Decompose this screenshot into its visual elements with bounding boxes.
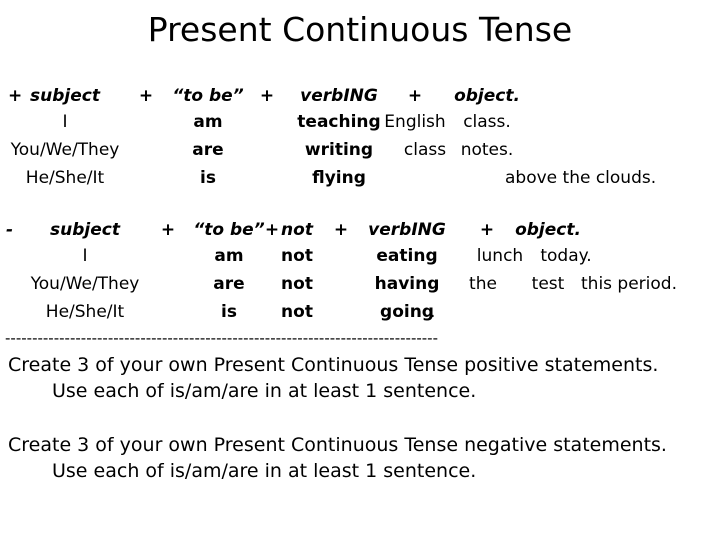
negative-pattern-table: - subject + “to be” + not + verbING + ob… (0, 220, 720, 328)
table-row-verbing: having (374, 274, 440, 294)
table-row-object-b: notes. (460, 140, 514, 160)
table-row-verbing: teaching (297, 112, 381, 132)
positive-header-plus-1: + (138, 86, 154, 106)
table-row-to-be: is (221, 302, 237, 322)
negative-header-verbing: verbING (368, 220, 446, 240)
positive-instructions-line-1: Create 3 of your own Present Continuous … (8, 354, 659, 376)
table-row-verbing: going (380, 302, 434, 322)
table-row-object-a: English (384, 112, 446, 132)
table-row-subject: You/We/They (10, 140, 120, 160)
table-row-subject: He/She/It (25, 168, 105, 188)
negative-header-to-be: “to be” (193, 220, 265, 240)
table-row-verbing-suffix: . (430, 302, 436, 322)
slide-canvas: Present Continuous Tense + subject + “to… (0, 0, 720, 540)
negative-header-not: not (281, 220, 313, 240)
table-row-verbing: flying (312, 168, 366, 188)
table-row-object-c: today. (540, 246, 592, 266)
table-row-not: not (281, 246, 313, 266)
table-row-to-be: is (200, 168, 216, 188)
table-row-object-b: test (531, 274, 565, 294)
negative-header-object: object. (515, 220, 581, 240)
positive-sign: + (8, 86, 23, 106)
positive-header-plus-3: + (407, 86, 423, 106)
positive-header-verbing: verbING (300, 86, 378, 106)
table-row-to-be: are (192, 140, 224, 160)
positive-instructions-line-2: Use each of is/am/are in at least 1 sent… (52, 380, 477, 402)
positive-header-to-be: “to be” (172, 86, 244, 106)
table-row-object-b: class. (463, 112, 511, 132)
table-row-verbing: writing (304, 140, 374, 160)
negative-instructions-line-2: Use each of is/am/are in at least 1 sent… (52, 460, 477, 482)
table-row-to-be: am (214, 246, 244, 266)
table-row-verbing: eating (376, 246, 438, 266)
positive-header-subject: subject (30, 86, 100, 106)
positive-header-object: object. (454, 86, 520, 106)
negative-instructions-line-1: Create 3 of your own Present Continuous … (8, 434, 667, 456)
table-row-object-c: this period. (581, 274, 677, 294)
negative-header-plus-1: + (160, 220, 176, 240)
table-row-object-b: lunch (476, 246, 524, 266)
page-title: Present Continuous Tense (147, 10, 573, 49)
table-row-subject: I (62, 112, 68, 132)
table-row-subject: You/We/They (30, 274, 140, 294)
table-row-subject: I (82, 246, 88, 266)
table-row-object-b: above the clouds. (505, 168, 657, 188)
negative-header-plus-2: + (333, 220, 349, 240)
table-row-to-be: are (213, 274, 245, 294)
table-row-to-be: am (193, 112, 223, 132)
table-row-not: not (281, 302, 313, 322)
positive-pattern-table: + subject + “to be” + verbING + object. … (0, 86, 720, 194)
positive-header-plus-2: + (259, 86, 275, 106)
table-row-object-a: class (403, 140, 447, 160)
negative-header-subject: subject (50, 220, 120, 240)
negative-header-plus-not: + (264, 220, 280, 240)
table-row-not: not (281, 274, 313, 294)
positive-instructions: Create 3 of your own Present Continuous … (8, 352, 708, 404)
negative-header-plus-3: + (479, 220, 495, 240)
negative-instructions: Create 3 of your own Present Continuous … (8, 432, 708, 484)
negative-sign: - (6, 220, 14, 240)
table-row-subject: He/She/It (45, 302, 125, 322)
table-row-object-a: the (469, 274, 497, 294)
section-divider: ----------------------------------------… (5, 330, 439, 346)
